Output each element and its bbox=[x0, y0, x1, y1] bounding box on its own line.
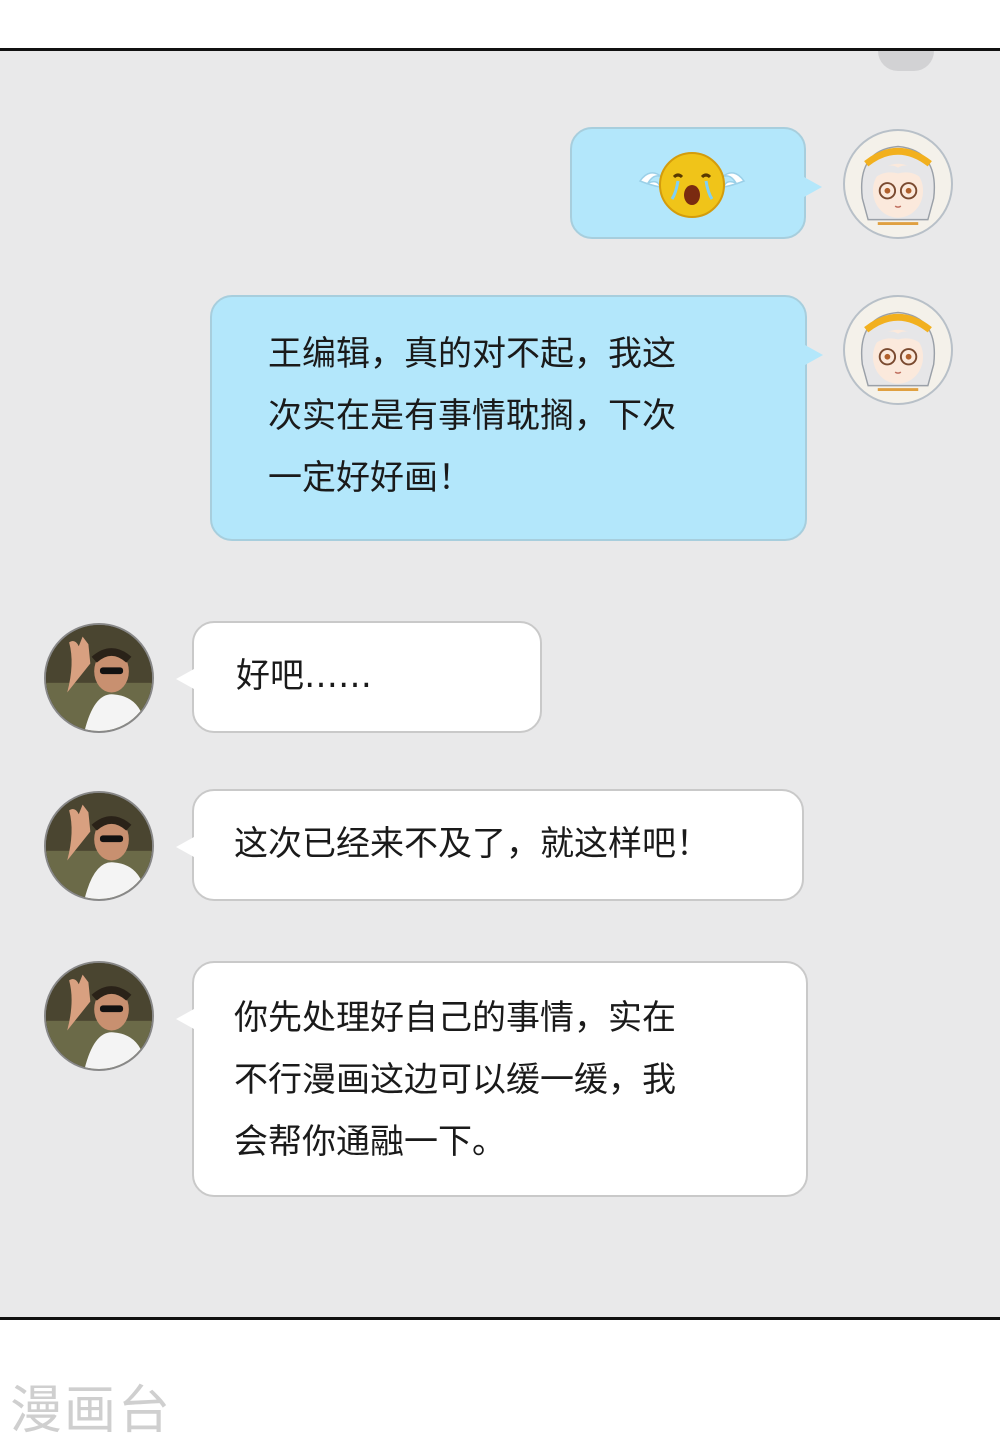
avatar-editor[interactable] bbox=[44, 791, 154, 901]
crying-face-icon bbox=[638, 152, 746, 218]
scroll-indicator bbox=[878, 51, 934, 71]
avatar-editor[interactable] bbox=[44, 623, 154, 733]
man-avatar-icon bbox=[46, 793, 152, 899]
man-avatar-icon bbox=[46, 625, 152, 731]
message-text: 王编辑，真的对不起，我这 次实在是有事情耽搁，下次 一定好好画！ bbox=[268, 334, 676, 498]
watermark-logo: 漫画台 bbox=[10, 1381, 173, 1441]
girl-avatar-icon bbox=[860, 311, 936, 391]
avatar-me[interactable] bbox=[843, 129, 953, 239]
message-bubble-reply-3[interactable]: 你先处理好自己的事情，实在 不行漫画这边可以缓一缓，我 会帮你通融一下。 bbox=[176, 961, 808, 1197]
message-bubble-reply-1[interactable]: 好吧…… bbox=[176, 621, 542, 733]
message-bubble-apology[interactable]: 王编辑，真的对不起，我这 次实在是有事情耽搁，下次 一定好好画！ bbox=[210, 295, 823, 541]
message-bubble-reply-2[interactable]: 这次已经来不及了，就这样吧！ bbox=[176, 789, 804, 901]
avatar-me[interactable] bbox=[843, 295, 953, 405]
girl-avatar-icon bbox=[860, 145, 936, 225]
message-text: 这次已经来不及了，就这样吧！ bbox=[234, 824, 710, 864]
avatar-editor[interactable] bbox=[44, 961, 154, 1071]
man-avatar-icon bbox=[46, 963, 152, 1069]
message-text: 你先处理好自己的事情，实在 不行漫画这边可以缓一缓，我 会帮你通融一下。 bbox=[234, 998, 676, 1162]
chat-panel: 王编辑，真的对不起，我这 次实在是有事情耽搁，下次 一定好好画！ 好吧…… 这次… bbox=[0, 48, 1000, 1320]
message-bubble-emoji[interactable] bbox=[570, 127, 822, 239]
message-text: 好吧…… bbox=[236, 656, 372, 696]
